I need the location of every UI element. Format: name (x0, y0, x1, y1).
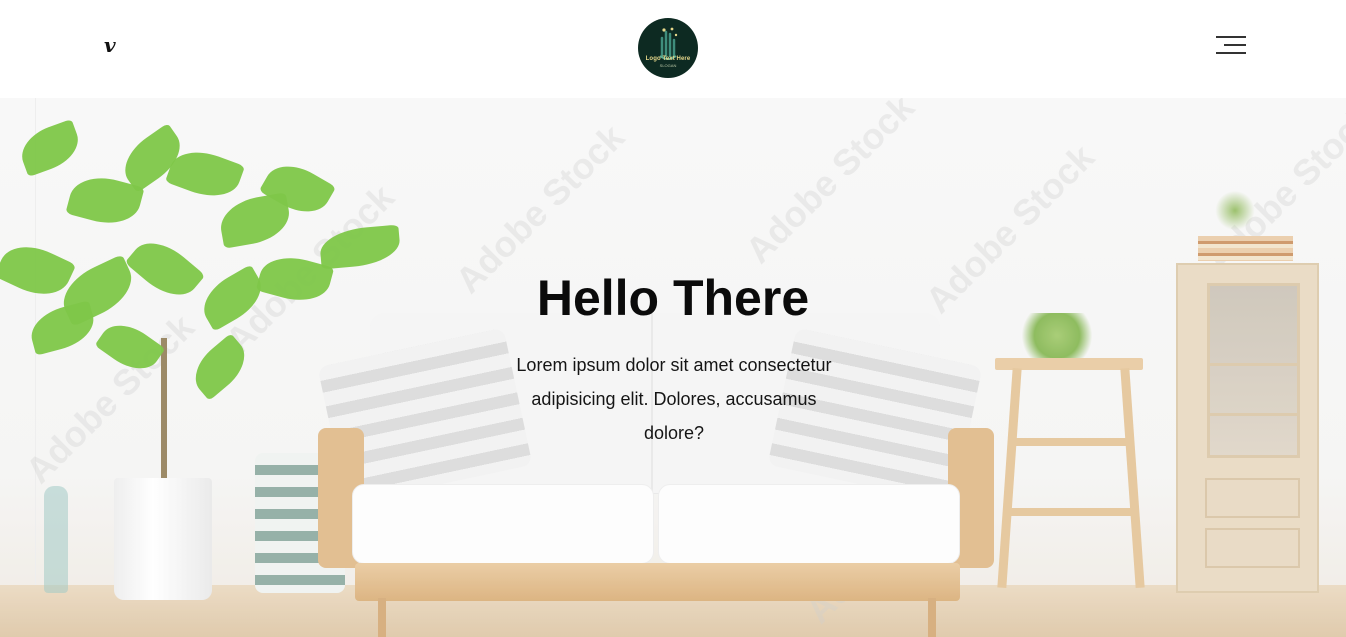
hero-description: Lorem ipsum dolor sit amet consectetur a… (516, 355, 832, 443)
logo-hand-icon (659, 27, 678, 60)
site-header: v Logo Text Here SLOGAN (0, 0, 1346, 98)
vimeo-icon[interactable]: v (104, 33, 116, 57)
hero-section: Adobe Stock Adobe Stock Adobe Stock Adob… (0, 98, 1346, 637)
logo-text: Logo Text Here (645, 56, 691, 62)
logo-slogan: SLOGAN (659, 63, 677, 68)
site-logo[interactable]: Logo Text Here SLOGAN (638, 18, 698, 78)
hamburger-menu-icon[interactable] (1214, 36, 1246, 56)
hero-title: Hello There (536, 270, 810, 326)
